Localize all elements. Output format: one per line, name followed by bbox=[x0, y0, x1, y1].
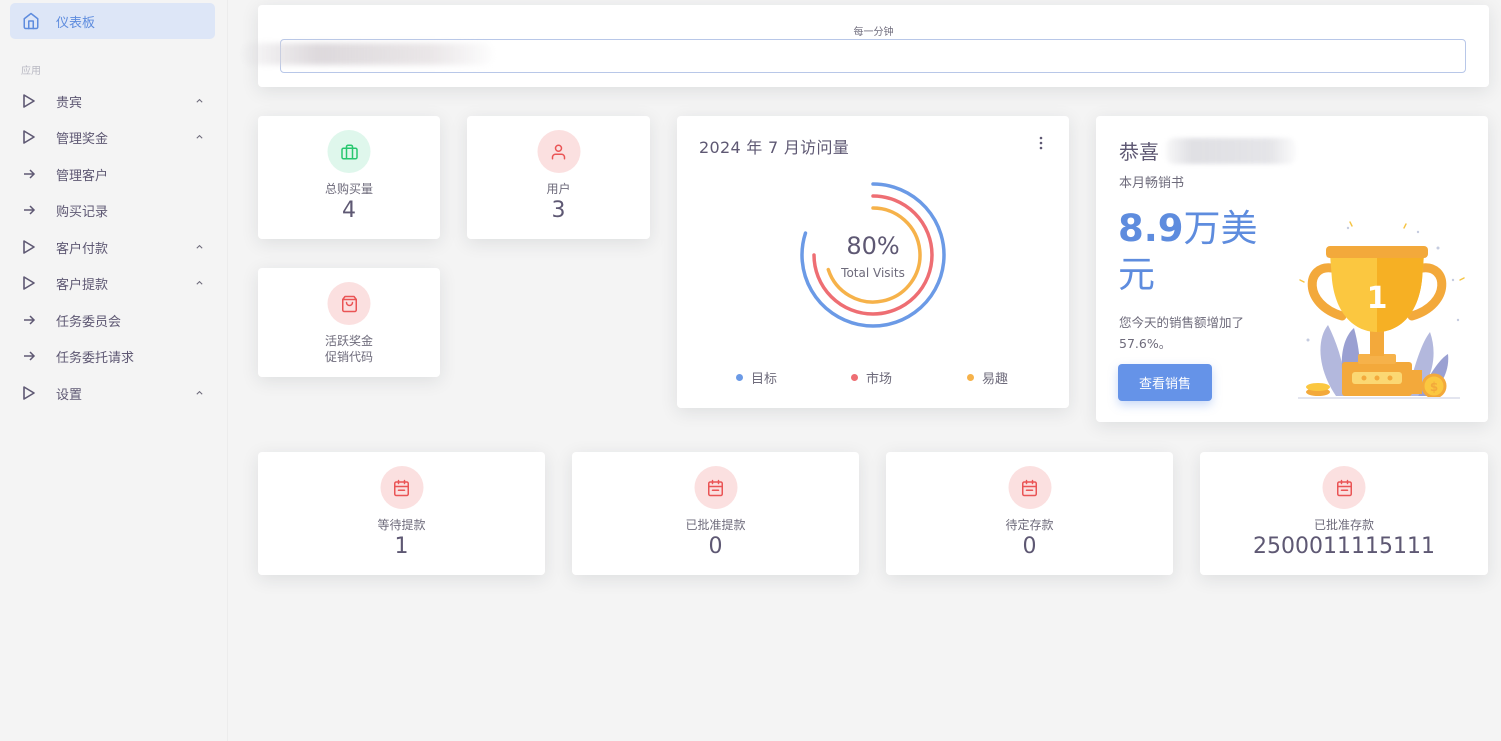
arrow-right-icon bbox=[24, 315, 36, 325]
stat-label: 已批准提款 bbox=[685, 518, 746, 532]
stat-icon-circle bbox=[380, 466, 423, 509]
stat-approved-deposits: 已批准存款 2500011115111 bbox=[1200, 452, 1488, 575]
chevron-up-icon bbox=[196, 280, 203, 285]
stat-value: 4 bbox=[342, 198, 356, 223]
stat-value: 0 bbox=[708, 534, 723, 559]
legend-dot bbox=[851, 374, 858, 381]
chart-center-value: 80% bbox=[846, 232, 900, 260]
refresh-frequency-label: 每一分钟 bbox=[853, 27, 894, 38]
arrow-right-icon bbox=[24, 205, 36, 215]
congrats-title: 恭喜 bbox=[1119, 140, 1159, 164]
sidebar-section-label: 应用 bbox=[21, 66, 41, 77]
stat-label: 等待提款 bbox=[377, 518, 426, 532]
briefcase-icon bbox=[340, 144, 358, 159]
chevron-up-icon bbox=[196, 390, 203, 395]
stat-value: 3 bbox=[551, 198, 566, 223]
stat-value: 2500011115111 bbox=[1253, 534, 1435, 559]
stat-total-purchase: 总购买量 4 bbox=[258, 116, 440, 239]
stat-icon-circle bbox=[327, 130, 371, 173]
stat-label: 总购买量 bbox=[324, 182, 373, 196]
stat-active-bonus[interactable]: 活跃奖金 促销代码 bbox=[258, 268, 440, 377]
calendar-icon bbox=[394, 479, 409, 496]
chevron-up-icon bbox=[196, 98, 203, 103]
trophy-number: 1 bbox=[1367, 281, 1388, 316]
calendar-icon bbox=[708, 479, 723, 496]
view-sales-button[interactable]: 查看销售 bbox=[1118, 364, 1212, 401]
visits-chart-card: 2024 年 7 月访问量 80% Total Visits 目标 市场 易趣 bbox=[677, 116, 1069, 408]
stat-sublabel: 促销代码 bbox=[324, 350, 373, 364]
calendar-icon bbox=[1336, 479, 1352, 496]
arrow-right-icon bbox=[24, 169, 36, 179]
play-icon bbox=[23, 240, 35, 254]
stat-icon-circle bbox=[694, 466, 737, 509]
congrats-description: 您今天的销售额增加了 57.6%。 bbox=[1119, 315, 1245, 351]
sidebar-item-label: 仪表板 bbox=[56, 15, 96, 31]
legend-label: 市场 bbox=[866, 372, 893, 387]
sidebar-item-task-requests[interactable]: 任务委托请求 bbox=[22, 344, 212, 368]
sidebar-item-purchase-records[interactable]: 购买记录 bbox=[22, 198, 212, 222]
stat-pending-deposits: 待定存款 0 bbox=[886, 452, 1173, 575]
chart-center-label: Total Visits bbox=[841, 266, 905, 280]
redacted-text bbox=[1166, 138, 1296, 164]
play-icon bbox=[23, 276, 35, 290]
stat-pending-withdrawals: 等待提款 1 bbox=[258, 452, 545, 575]
legend-dot bbox=[967, 374, 974, 381]
stat-icon-circle bbox=[537, 130, 580, 173]
user-icon bbox=[551, 144, 566, 159]
legend-item: 目标 bbox=[736, 368, 777, 387]
legend-item: 市场 bbox=[851, 368, 892, 387]
calendar-icon bbox=[1022, 479, 1037, 496]
sidebar-item-label: 任务委托请求 bbox=[56, 350, 135, 366]
stat-approved-withdrawals: 已批准提款 0 bbox=[572, 452, 859, 575]
stat-label: 用户 bbox=[546, 182, 571, 196]
sidebar-item-settings[interactable]: 设置 bbox=[22, 381, 212, 405]
legend-item: 易趣 bbox=[967, 368, 1008, 387]
sidebar-item-label: 客户提款 bbox=[56, 277, 109, 293]
shopping-bag-icon bbox=[341, 295, 357, 312]
sidebar-item-label: 购买记录 bbox=[56, 204, 109, 220]
sidebar-item-label: 管理奖金 bbox=[56, 131, 109, 147]
chevron-up-icon bbox=[196, 134, 203, 139]
legend-dot bbox=[736, 374, 743, 381]
chevron-up-icon bbox=[196, 244, 203, 249]
stat-users: 用户 3 bbox=[467, 116, 650, 239]
stat-label: 待定存款 bbox=[1005, 518, 1054, 532]
stat-value: 0 bbox=[1022, 534, 1037, 559]
sidebar-item-customer-payments[interactable]: 客户付款 bbox=[22, 235, 212, 259]
sidebar-item-label: 客户付款 bbox=[56, 241, 109, 257]
radial-bar-chart bbox=[800, 182, 946, 328]
sidebar-item-vip[interactable]: 贵宾 bbox=[22, 89, 212, 113]
sidebar-item-label: 任务委员会 bbox=[56, 314, 122, 330]
stat-icon-circle bbox=[1322, 466, 1366, 509]
svg-text:$: $ bbox=[1430, 380, 1438, 394]
sidebar-item-label: 设置 bbox=[56, 387, 83, 403]
play-icon bbox=[23, 94, 35, 108]
stat-value: 1 bbox=[394, 534, 409, 559]
play-icon bbox=[23, 386, 35, 400]
sidebar-item-customer-withdrawals[interactable]: 客户提款 bbox=[22, 271, 212, 295]
home-icon bbox=[23, 12, 39, 30]
refresh-card: 每一分钟 bbox=[243, 5, 1489, 87]
stat-label: 活跃奖金 bbox=[324, 334, 373, 348]
sidebar: 仪表板 应用 贵宾 管理奖金 管理客户 购买记录 客户付款 客户提款 任务委员会… bbox=[0, 0, 228, 741]
congrats-subtitle: 本月畅销书 bbox=[1119, 176, 1185, 191]
sidebar-item-manage-customers[interactable]: 管理客户 bbox=[22, 162, 212, 186]
sidebar-item-task-committee[interactable]: 任务委员会 bbox=[22, 308, 212, 332]
trophy-illustration: 1 $ bbox=[1298, 221, 1465, 399]
stat-icon-circle bbox=[1008, 466, 1051, 509]
legend-label: 目标 bbox=[751, 372, 778, 387]
arrow-right-icon bbox=[24, 351, 36, 361]
legend-label: 易趣 bbox=[982, 372, 1009, 387]
sidebar-item-label: 贵宾 bbox=[56, 95, 83, 111]
sidebar-item-label: 管理客户 bbox=[56, 168, 109, 184]
redacted-text bbox=[243, 43, 493, 65]
amount-number: 8.9 bbox=[1118, 207, 1184, 250]
sidebar-item-dashboard[interactable]: 仪表板 bbox=[10, 3, 215, 39]
congrats-amount: 8.9万美元 bbox=[1118, 206, 1278, 298]
stat-label: 已批准存款 bbox=[1313, 518, 1374, 532]
congrats-card: 恭喜 本月畅销书 8.9万美元 您今天的销售额增加了 57.6%。 查看销售 1… bbox=[1096, 116, 1488, 422]
play-icon bbox=[23, 130, 35, 144]
sidebar-item-manage-bonus[interactable]: 管理奖金 bbox=[22, 125, 212, 149]
stat-icon-circle bbox=[327, 282, 371, 325]
